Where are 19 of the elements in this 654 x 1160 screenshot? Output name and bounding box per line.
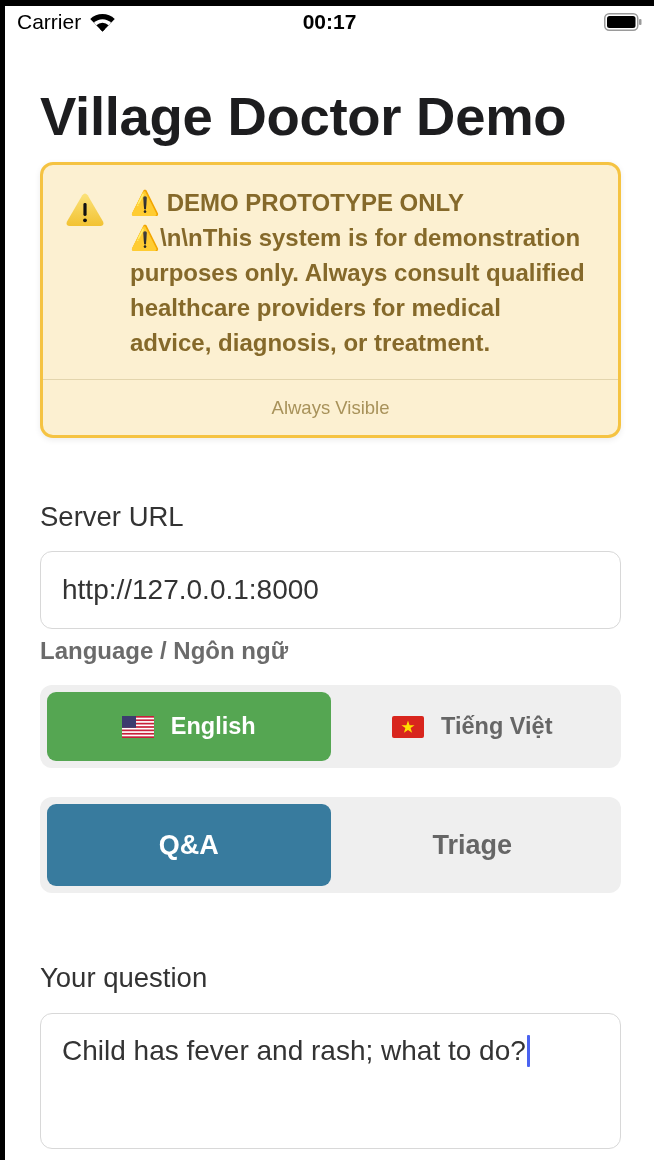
warning-icon <box>66 193 104 226</box>
status-time: 00:17 <box>302 10 357 34</box>
app-title: Village Doctor Demo <box>40 86 568 148</box>
mode-tab[interactable]: Q&A <box>47 804 331 886</box>
question-field[interactable]: Child has fever and rash; what to do? <box>40 1013 621 1149</box>
section-label: Language / Ngôn ngữ <box>40 637 290 665</box>
url-field[interactable]: http://127.0.0.1:8000 <box>40 551 621 629</box>
battery-icon <box>604 13 642 31</box>
mode-tab[interactable]: Triage <box>330 804 614 886</box>
disclaimer-text: ⚠ DEMO PROTOTYPE ONLY ⚠\n\nThis system is for demonstration purposes only. Always consult qualified healthcare providers for medical advice, diagnosis, or treatment. <box>130 188 586 358</box>
language-option[interactable]: Tiếng Việt <box>330 692 614 761</box>
language-option[interactable]: English <box>47 692 331 761</box>
field-label: Your question <box>40 961 209 995</box>
wifi-icon <box>90 12 116 32</box>
footer-label: Always Visible <box>271 395 390 420</box>
carrier-name: Carrier <box>17 10 82 34</box>
field-label: Server URL <box>40 500 185 534</box>
vietnam-flag-icon <box>392 715 424 738</box>
us-flag-icon <box>121 715 154 738</box>
